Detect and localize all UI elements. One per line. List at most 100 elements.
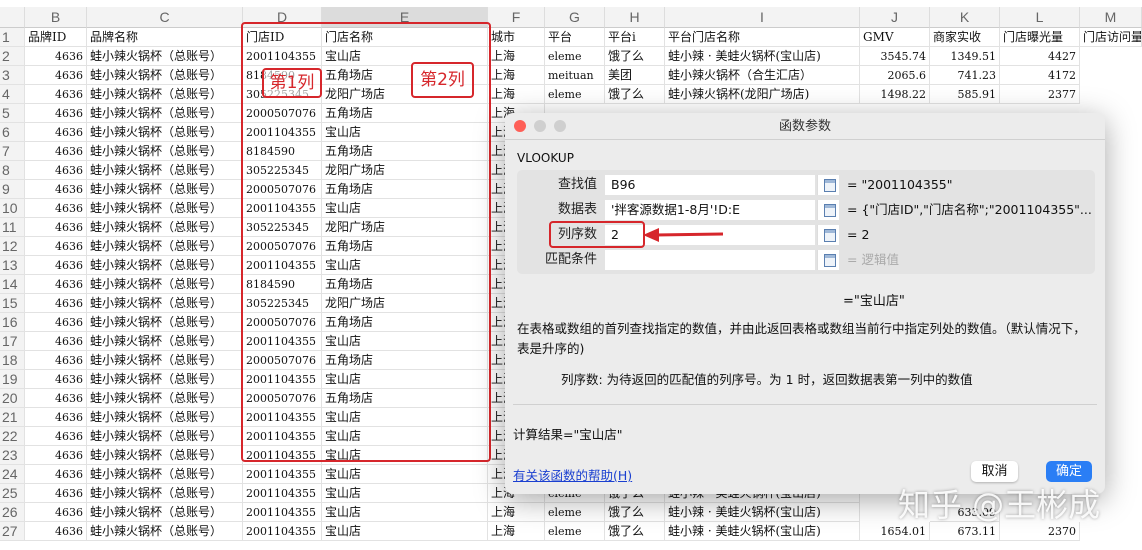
cell-B[interactable]: 4636 [25,522,87,541]
cell-B[interactable]: 4636 [25,370,87,389]
cell-B[interactable]: 4636 [25,256,87,275]
row-number[interactable]: 13 [0,256,25,275]
column-header-G[interactable]: G [545,7,605,28]
cell-C[interactable]: 蛙小辣火锅杯（总账号） [87,522,243,541]
cell-B[interactable]: 4636 [25,123,87,142]
cell-B[interactable]: 4636 [25,47,87,66]
cell-C[interactable]: 蛙小辣火锅杯（总账号） [87,85,243,104]
cell-G[interactable]: eleme [545,47,605,66]
header-cell[interactable]: 平台门店名称 [665,28,860,47]
column-header-J[interactable]: J [860,7,930,28]
cell-B[interactable]: 4636 [25,351,87,370]
argument-input[interactable] [605,250,815,270]
cell-F[interactable]: 上海 [488,522,545,541]
cell-D[interactable]: 2001104355 [243,503,322,522]
row-number[interactable]: 2 [0,47,25,66]
row-number[interactable]: 9 [0,180,25,199]
cell-I[interactable]: 蛙小辣火锅杯(龙阳广场店) [665,85,860,104]
collapse-range-icon[interactable] [817,200,839,220]
select-all-corner[interactable] [0,7,25,28]
row-number[interactable]: 24 [0,465,25,484]
argument-input[interactable]: '拌客源数据1-8月'!D:E [605,200,815,220]
header-cell[interactable]: 品牌名称 [87,28,243,47]
cell-I[interactable]: 蛙小辣 · 美蛙火锅杯(宝山店) [665,503,860,522]
row-number[interactable]: 22 [0,427,25,446]
cell-C[interactable]: 蛙小辣火锅杯（总账号） [87,237,243,256]
cell-H[interactable]: 饿了么 [605,522,665,541]
row-number[interactable]: 8 [0,161,25,180]
cell-L[interactable]: 2377 [1000,85,1080,104]
cell-I[interactable]: 蛙小辣火锅杯（合生汇店） [665,66,860,85]
cell-C[interactable]: 蛙小辣火锅杯（总账号） [87,332,243,351]
column-header-L[interactable]: L [1000,7,1080,28]
row-number[interactable]: 17 [0,332,25,351]
row-number[interactable]: 20 [0,389,25,408]
function-help-link[interactable]: 有关该函数的帮助(H) [513,465,632,484]
cell-C[interactable]: 蛙小辣火锅杯（总账号） [87,484,243,503]
cell-G[interactable]: eleme [545,522,605,541]
row-number[interactable]: 7 [0,142,25,161]
cell-B[interactable]: 4636 [25,484,87,503]
minimize-icon[interactable] [534,120,546,132]
cell-I[interactable]: 蛙小辣 · 美蛙火锅杯(宝山店) [665,522,860,541]
cell-B[interactable]: 4636 [25,389,87,408]
cell-C[interactable]: 蛙小辣火锅杯（总账号） [87,313,243,332]
header-cell[interactable]: GMV [860,28,930,47]
cell-B[interactable]: 4636 [25,332,87,351]
column-header-M[interactable]: M [1080,7,1142,28]
zoom-icon[interactable] [554,120,566,132]
cell-E[interactable]: 宝山店 [322,484,488,503]
cell-F[interactable]: 上海 [488,66,545,85]
cell-C[interactable]: 蛙小辣火锅杯（总账号） [87,161,243,180]
row-number[interactable]: 16 [0,313,25,332]
column-header-I[interactable]: I [665,7,860,28]
cell-I[interactable]: 蛙小辣 · 美蛙火锅杯(宝山店) [665,47,860,66]
cell-K[interactable]: 741.23 [930,66,1000,85]
cell-B[interactable]: 4636 [25,465,87,484]
cell-B[interactable]: 4636 [25,180,87,199]
column-header-H[interactable]: H [605,7,665,28]
header-cell[interactable]: 门店访问量 [1080,28,1142,47]
row-number[interactable]: 11 [0,218,25,237]
cell-B[interactable]: 4636 [25,218,87,237]
column-header-F[interactable]: F [488,7,545,28]
cell-J[interactable]: 2065.6 [860,66,930,85]
cell-C[interactable]: 蛙小辣火锅杯（总账号） [87,256,243,275]
cell-L[interactable]: 4427 [1000,47,1080,66]
row-number[interactable]: 23 [0,446,25,465]
cell-J[interactable]: 3545.74 [860,47,930,66]
collapse-range-icon[interactable] [817,225,839,245]
cell-B[interactable]: 4636 [25,161,87,180]
cell-C[interactable]: 蛙小辣火锅杯（总账号） [87,218,243,237]
cell-B[interactable]: 4636 [25,104,87,123]
collapse-range-icon[interactable] [817,250,839,270]
cell-B[interactable]: 4636 [25,66,87,85]
cell-C[interactable]: 蛙小辣火锅杯（总账号） [87,370,243,389]
collapse-range-icon[interactable] [817,175,839,195]
cell-C[interactable]: 蛙小辣火锅杯（总账号） [87,465,243,484]
row-number[interactable]: 14 [0,275,25,294]
cell-C[interactable]: 蛙小辣火锅杯（总账号） [87,104,243,123]
cell-D[interactable]: 2001104355 [243,522,322,541]
cell-C[interactable]: 蛙小辣火锅杯（总账号） [87,294,243,313]
cell-H[interactable]: 饿了么 [605,85,665,104]
row-number[interactable]: 25 [0,484,25,503]
row-number[interactable]: 27 [0,522,25,541]
cell-C[interactable]: 蛙小辣火锅杯（总账号） [87,123,243,142]
cell-G[interactable]: meituan [545,66,605,85]
cell-C[interactable]: 蛙小辣火锅杯（总账号） [87,351,243,370]
cell-B[interactable]: 4636 [25,199,87,218]
row-number[interactable]: 19 [0,370,25,389]
cell-F[interactable]: 上海 [488,47,545,66]
cell-F[interactable]: 上海 [488,503,545,522]
cell-H[interactable]: 饿了么 [605,47,665,66]
header-cell[interactable]: 平台 [545,28,605,47]
cell-B[interactable]: 4636 [25,408,87,427]
column-header-K[interactable]: K [930,7,1000,28]
cell-C[interactable]: 蛙小辣火锅杯（总账号） [87,199,243,218]
row-number[interactable]: 26 [0,503,25,522]
cell-F[interactable]: 上海 [488,85,545,104]
cell-D[interactable]: 2001104355 [243,484,322,503]
row-number[interactable]: 4 [0,85,25,104]
cell-B[interactable]: 4636 [25,294,87,313]
